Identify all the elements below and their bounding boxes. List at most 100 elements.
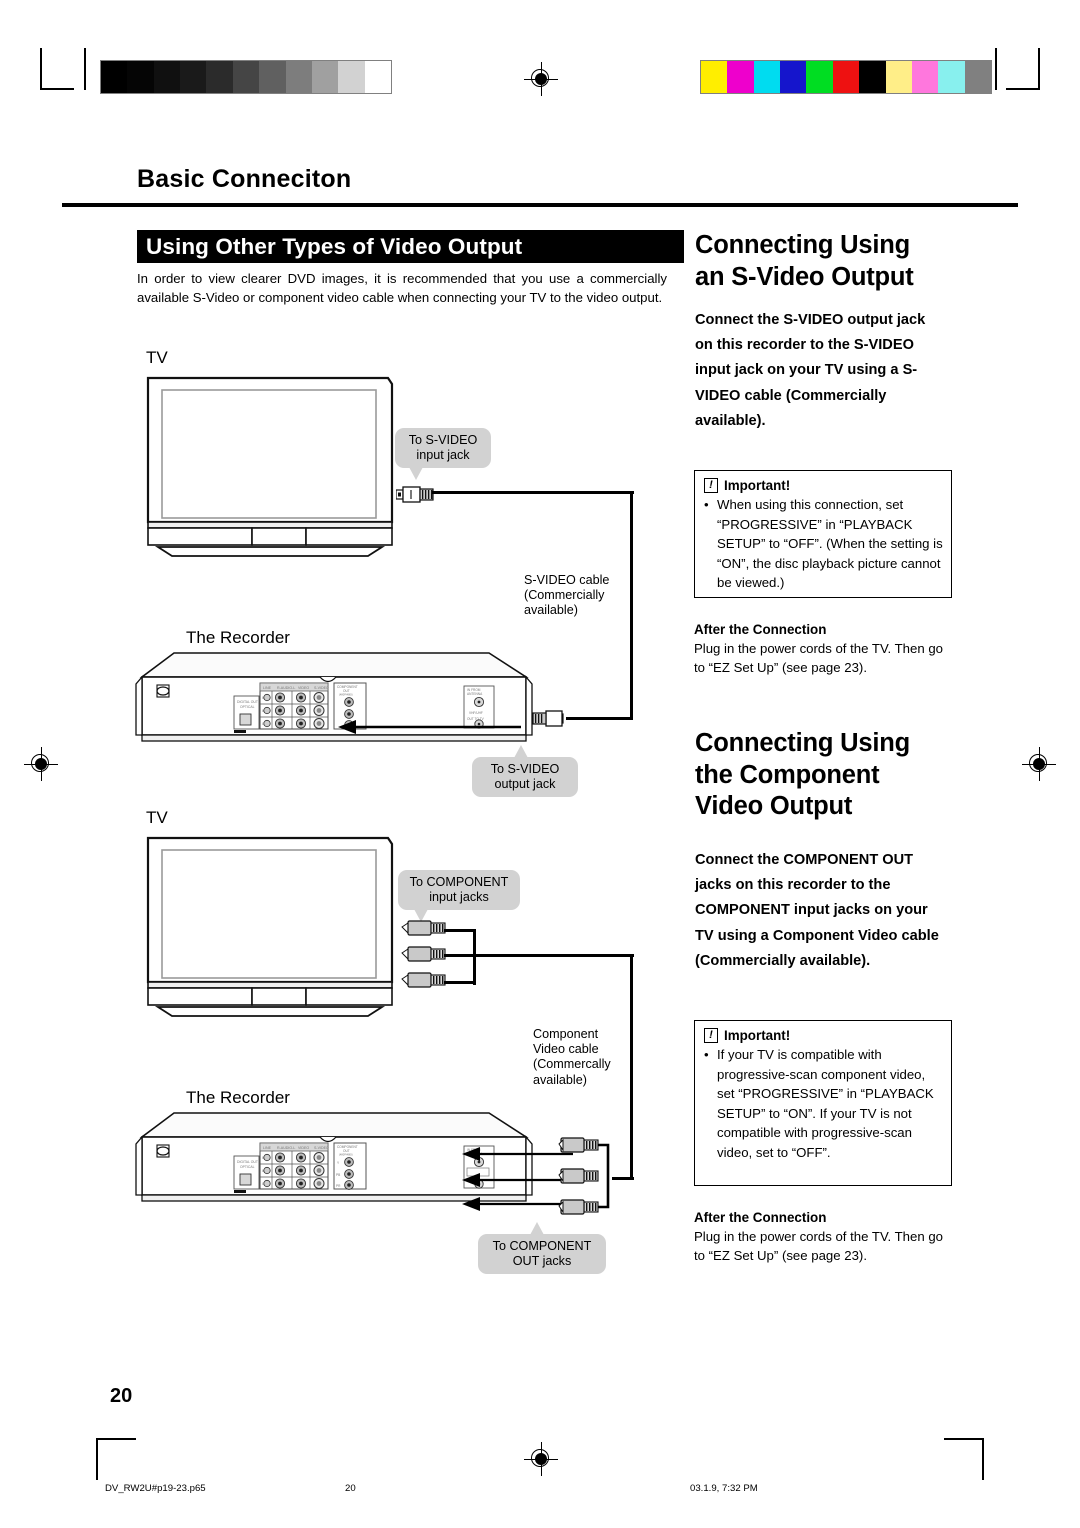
bullet-marker: • [704, 1047, 709, 1062]
color-swatch-5 [832, 61, 860, 93]
important-bullet-text: When using this connection, set “PROGRES… [717, 497, 943, 591]
svideo-cable-horizontal-bottom [566, 717, 633, 721]
cable-label-line-4: available) [533, 1072, 587, 1087]
heading-line-2: an S-Video Output [695, 262, 914, 291]
crop-tick-top-right [995, 48, 997, 90]
svg-text:PR: PR [336, 1184, 341, 1188]
heading-line-1: Connecting Using [695, 231, 910, 259]
callout-line-2: input jacks [429, 890, 489, 904]
component-cable-branch-1 [444, 929, 476, 933]
tv-illustration-component [146, 836, 394, 1017]
crop-tick-top-left [84, 48, 86, 90]
important-bullet-svideo: • When using this connection, set “PROGR… [695, 495, 951, 599]
intro-paragraph: In order to view clearer DVD images, it … [137, 271, 667, 305]
registration-mark-left [24, 747, 58, 781]
grayscale-swatch-8 [311, 61, 339, 93]
component-cable-branch-3 [444, 981, 476, 985]
svg-text:S-VIDEO: S-VIDEO [314, 1146, 329, 1150]
crop-mark-bottom-right [944, 1438, 984, 1480]
registration-mark-top [524, 62, 558, 96]
svg-text:OPTICAL: OPTICAL [240, 1165, 255, 1169]
svideo-cable-label: S-VIDEO cable (Commercially available) [524, 573, 628, 619]
important-bullet-component: • If your TV is compatible with progress… [695, 1045, 951, 1169]
recorder-label-component: The Recorder [186, 1088, 290, 1107]
svg-text:S-VIDEO: S-VIDEO [314, 686, 329, 690]
callout-recorder-component-output: To COMPONENT OUT jacks [478, 1222, 606, 1274]
svideo-cable-vertical [630, 491, 634, 720]
bullet-marker: • [704, 497, 709, 512]
exclamation-icon: ! [704, 478, 718, 493]
color-swatch-3 [780, 61, 807, 93]
after-connection-text-component: Plug in the power cords of the TV. Then … [694, 1229, 944, 1264]
color-swatch-1 [727, 61, 754, 93]
crop-mark-bottom-left [96, 1438, 136, 1480]
svg-text:VIDEO: VIDEO [298, 1146, 309, 1150]
crop-mark-top-right [1006, 48, 1040, 90]
svg-text:OUT: OUT [343, 689, 350, 693]
important-label: Important! [724, 1028, 791, 1043]
after-connection-text-svideo: Plug in the power cords of the TV. Then … [694, 641, 944, 676]
crop-mark-top-left [40, 48, 74, 90]
svideo-plug-tv [396, 486, 434, 503]
svideo-lead-paragraph: Connect the S-VIDEO output jack on this … [695, 312, 926, 429]
component-cable-label: Component Video cable (Commercally avail… [533, 1027, 631, 1088]
tv-label-svideo: TV [146, 348, 168, 367]
section-bar: Using Other Types of Video Output [137, 230, 684, 263]
cable-label-line-2: (Commercially [524, 588, 605, 603]
title-rule [62, 203, 1018, 207]
registration-mark-bottom [524, 1442, 558, 1476]
grayscale-swatch-6 [259, 61, 286, 93]
svideo-section-heading: Connecting Using an S-Video Output [695, 230, 965, 293]
grayscale-swatch-4 [206, 61, 233, 93]
color-swatch-2 [753, 61, 781, 93]
callout-line-2: input jack [416, 448, 470, 462]
callout-line-2: output jack [494, 777, 556, 791]
svg-text:VHF/UHF: VHF/UHF [469, 711, 483, 715]
after-connection-title-svideo: After the Connection [694, 622, 827, 637]
color-swatch-4 [806, 61, 833, 93]
heading-line-1: Connecting Using [695, 729, 910, 757]
recorder-label-svideo: The Recorder [186, 628, 290, 647]
callout-tv-svideo-input: To S-VIDEO input jack [395, 428, 491, 480]
svg-text:LINE: LINE [263, 1146, 272, 1150]
cable-label-line-3: (Commercally [533, 1057, 611, 1072]
svg-text:R-AUDIO-L: R-AUDIO-L [277, 1146, 295, 1150]
color-swatch-6 [859, 61, 886, 93]
important-box-svideo: ! Important! • When using this connectio… [694, 470, 952, 598]
svg-text:OPTICAL: OPTICAL [240, 705, 255, 709]
svg-text:DIGITAL OUT: DIGITAL OUT [237, 1160, 258, 1164]
important-heading-svideo: ! Important! [695, 471, 951, 495]
svg-text:DIGITAL OUT: DIGITAL OUT [237, 700, 258, 704]
svg-text:VIDEO: VIDEO [298, 686, 309, 690]
important-label: Important! [724, 478, 791, 493]
svg-text:ANTENNA: ANTENNA [467, 692, 483, 696]
registration-mark-right [1022, 747, 1056, 781]
arrow-to-svideo-out-jack [338, 720, 521, 734]
footer-filename: DV_RW2U#p19-23.p65 [105, 1483, 206, 1494]
cable-label-line-3: available) [524, 603, 578, 618]
page-title: Basic Conneciton [137, 165, 352, 193]
color-swatch-10 [964, 61, 991, 93]
svideo-cable-horizontal-top [432, 491, 634, 495]
color-swatch-8 [911, 61, 939, 93]
grayscale-swatch-10 [364, 61, 391, 93]
cable-label-line-2: Video cable [533, 1042, 599, 1057]
page-number: 20 [110, 1385, 133, 1407]
heading-line-3: Video Output [695, 792, 853, 820]
grayscale-swatch-5 [232, 61, 260, 93]
tv-illustration-svideo [146, 376, 394, 557]
grayscale-swatch-1 [127, 61, 154, 93]
color-swatch-7 [885, 61, 912, 93]
callout-recorder-svideo-output: To S-VIDEO output jack [472, 745, 578, 797]
grayscale-swatch-7 [285, 61, 312, 93]
after-connection-title-component: After the Connection [694, 1210, 827, 1225]
color-swatch-9 [938, 61, 965, 93]
callout-tv-component-input: To COMPONENT input jacks [398, 870, 520, 922]
rca-plugs-recorder-component [558, 1137, 610, 1215]
grayscale-swatch-2 [153, 61, 181, 93]
component-cable-trunk-horizontal [444, 954, 634, 958]
grayscale-swatch-0 [101, 61, 128, 93]
component-cable-bottom-horizontal [612, 1177, 634, 1181]
cable-label-line-1: Component [533, 1027, 599, 1041]
grayscale-swatch-9 [338, 61, 365, 93]
